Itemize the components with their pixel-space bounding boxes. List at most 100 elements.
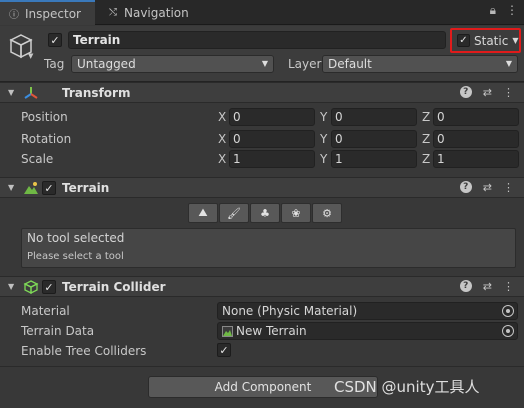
layer-dropdown[interactable]: Default ▼ <box>322 55 518 73</box>
watermark-text: CSDN @unity工具人 <box>334 378 480 396</box>
foldout-arrow-icon[interactable]: ▼ <box>8 183 14 192</box>
scale-x-field[interactable]: 1 <box>229 150 315 168</box>
help-icon[interactable]: ? <box>459 280 472 292</box>
static-toggle-highlight[interactable]: ✓ Static ▼ <box>450 28 521 53</box>
object-name-field[interactable]: Terrain <box>68 31 446 49</box>
object-picker-icon[interactable] <box>502 325 514 337</box>
tree-icon: ♣ <box>260 206 270 220</box>
details-tool-button[interactable]: ❀ <box>281 203 311 223</box>
material-label: Material <box>21 304 70 318</box>
terrain-data-object-field[interactable]: New Terrain <box>217 322 518 340</box>
tab-navigation[interactable]: ⤭ Navigation <box>99 0 197 25</box>
layer-label: Layer <box>288 57 322 71</box>
terrain-header[interactable]: ▼ ✓ Terrain ? ⇄ ⋮ <box>0 177 524 198</box>
tag-dropdown[interactable]: Untagged ▼ <box>71 55 274 73</box>
position-z-field[interactable]: 0 <box>433 108 519 126</box>
settings-gear-icon: ⚙ <box>322 206 332 220</box>
layer-dropdown-value: Default <box>328 57 372 71</box>
position-x-field[interactable]: 0 <box>229 108 315 126</box>
axis-x-label[interactable]: X <box>218 132 226 146</box>
collider-enabled-checkbox[interactable]: ✓ <box>42 280 56 294</box>
tree-tool-button[interactable]: ♣ <box>250 203 280 223</box>
paint-brush-tool-button[interactable]: 🖌︎ <box>219 203 249 223</box>
terrain-data-label: Terrain Data <box>21 324 95 338</box>
raise-terrain-icon: ⛰ <box>198 206 208 219</box>
terrain-enabled-checkbox[interactable]: ✓ <box>42 181 56 195</box>
presets-icon[interactable]: ⇄ <box>483 86 492 99</box>
static-checkbox[interactable]: ✓ <box>457 34 470 47</box>
transform-title: Transform <box>62 86 131 100</box>
active-checkbox[interactable]: ✓ <box>48 33 62 47</box>
tag-label: Tag <box>44 57 65 71</box>
tab-navigation-label: Navigation <box>124 5 189 20</box>
navigation-icon: ⤭ <box>109 7 117 18</box>
axis-z-label[interactable]: Z <box>422 152 430 166</box>
static-dropdown-caret-icon[interactable]: ▼ <box>512 36 518 45</box>
more-menu-icon[interactable]: ⋮ <box>503 86 514 99</box>
scale-z-field[interactable]: 1 <box>433 150 519 168</box>
help-icon[interactable]: ? <box>459 86 472 98</box>
foldout-arrow-icon[interactable]: ▼ <box>8 282 14 291</box>
terrain-title: Terrain <box>62 181 110 195</box>
transform-header[interactable]: ▼ Transform ? ⇄ ⋮ <box>0 82 524 103</box>
terrain-data-value: New Terrain <box>236 324 307 338</box>
icon-dropdown-caret-icon[interactable]: ▼ <box>28 52 33 60</box>
terrain-component-icon <box>24 182 38 194</box>
divider <box>0 366 524 367</box>
tree-colliders-label: Enable Tree Colliders <box>21 344 147 358</box>
material-object-field[interactable]: None (Physic Material) <box>217 302 518 320</box>
details-icon: ❀ <box>291 206 301 220</box>
object-picker-icon[interactable] <box>502 305 514 317</box>
collider-header-tools: ? ⇄ ⋮ <box>459 280 514 293</box>
scale-label: Scale <box>21 152 54 166</box>
tab-inspector[interactable]: ⓘ Inspector <box>0 0 95 25</box>
transform-axes-icon <box>24 87 38 99</box>
presets-icon[interactable]: ⇄ <box>483 280 492 293</box>
scale-y-field[interactable]: 1 <box>331 150 417 168</box>
rotation-z-field[interactable]: 0 <box>433 130 519 148</box>
terrain-collider-header[interactable]: ▼ ✓ Terrain Collider ? ⇄ ⋮ <box>0 276 524 297</box>
terrain-tool-bar: ⛰ 🖌︎ ♣ ❀ ⚙ <box>188 203 342 223</box>
axis-x-label[interactable]: X <box>218 152 226 166</box>
transform-header-tools: ? ⇄ ⋮ <box>459 86 514 99</box>
tool-help-box: No tool selected Please select a tool <box>21 228 516 268</box>
tab-bar-tools: 🔒︎ ⋮ <box>490 3 518 18</box>
rotation-x-field[interactable]: 0 <box>229 130 315 148</box>
more-menu-icon[interactable]: ⋮ <box>503 280 514 293</box>
position-label: Position <box>21 110 68 124</box>
terrain-collider-title: Terrain Collider <box>62 280 166 294</box>
axis-y-label[interactable]: Y <box>320 110 327 124</box>
static-label: Static <box>474 33 509 48</box>
rotation-y-field[interactable]: 0 <box>331 130 417 148</box>
chevron-down-icon: ▼ <box>505 59 512 68</box>
help-icon[interactable]: ? <box>459 181 472 193</box>
help-main-text: No tool selected <box>27 231 125 245</box>
axis-y-label[interactable]: Y <box>320 132 327 146</box>
foldout-arrow-icon[interactable]: ▼ <box>8 88 14 97</box>
more-menu-icon[interactable]: ⋮ <box>506 3 518 18</box>
axis-z-label[interactable]: Z <box>422 132 430 146</box>
lock-icon[interactable]: 🔒︎ <box>490 3 496 18</box>
rotation-label: Rotation <box>21 132 72 146</box>
axis-y-label[interactable]: Y <box>320 152 327 166</box>
more-menu-icon[interactable]: ⋮ <box>503 181 514 194</box>
presets-icon[interactable]: ⇄ <box>483 181 492 194</box>
settings-tool-button[interactable]: ⚙ <box>312 203 342 223</box>
tab-bar: ⓘ Inspector ⤭ Navigation 🔒︎ ⋮ <box>0 0 524 25</box>
info-icon: ⓘ <box>9 10 19 21</box>
material-value: None (Physic Material) <box>222 304 358 318</box>
tag-dropdown-value: Untagged <box>77 57 136 71</box>
help-sub-text: Please select a tool <box>27 251 124 262</box>
tab-inspector-label: Inspector <box>25 6 81 21</box>
gameobject-header: ▼ ✓ Terrain ✓ Static ▼ Tag Untagged ▼ La… <box>0 26 524 82</box>
axis-x-label[interactable]: X <box>218 110 226 124</box>
tree-colliders-checkbox[interactable]: ✓ <box>217 343 231 357</box>
raise-terrain-tool-button[interactable]: ⛰ <box>188 203 218 223</box>
chevron-down-icon: ▼ <box>261 59 268 68</box>
axis-z-label[interactable]: Z <box>422 110 430 124</box>
terrain-data-asset-icon <box>222 325 233 337</box>
terrain-header-tools: ? ⇄ ⋮ <box>459 181 514 194</box>
paint-brush-icon: 🖌︎ <box>227 206 241 220</box>
position-y-field[interactable]: 0 <box>331 108 417 126</box>
collider-cube-icon <box>23 280 39 294</box>
